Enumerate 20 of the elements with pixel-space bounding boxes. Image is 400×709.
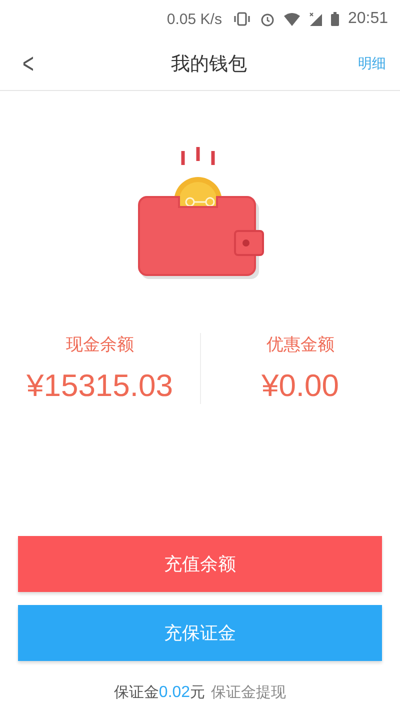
details-link[interactable]: 明细 <box>358 55 386 73</box>
withdraw-link[interactable]: 保证金提现 <box>205 683 286 702</box>
balance-amount: ¥15315.03 <box>26 368 174 404</box>
clock-time: 20:51 <box>348 10 388 28</box>
wifi-icon <box>284 12 300 26</box>
balance-label: 优惠金额 <box>266 334 334 356</box>
vibrate-icon <box>232 12 251 26</box>
recharge-button[interactable]: 充保证金 <box>18 605 382 661</box>
battery-icon <box>330 12 339 26</box>
deposit-unit: 元 <box>190 683 206 702</box>
balance-amount: ¥0.00 <box>261 368 340 404</box>
signal-icon <box>308 12 322 26</box>
alarm-icon <box>260 12 275 26</box>
network-speed: 0.05 K/s <box>166 10 222 28</box>
balance-label: 现金余额 <box>66 334 134 356</box>
page-title: 我的钱包 <box>171 52 248 77</box>
deposit-amount: 0.02 <box>158 684 190 702</box>
recharge-button[interactable]: 充值余额 <box>18 536 382 592</box>
deposit-label: 保证金 <box>114 683 159 702</box>
back-button[interactable]: < <box>20 48 37 80</box>
